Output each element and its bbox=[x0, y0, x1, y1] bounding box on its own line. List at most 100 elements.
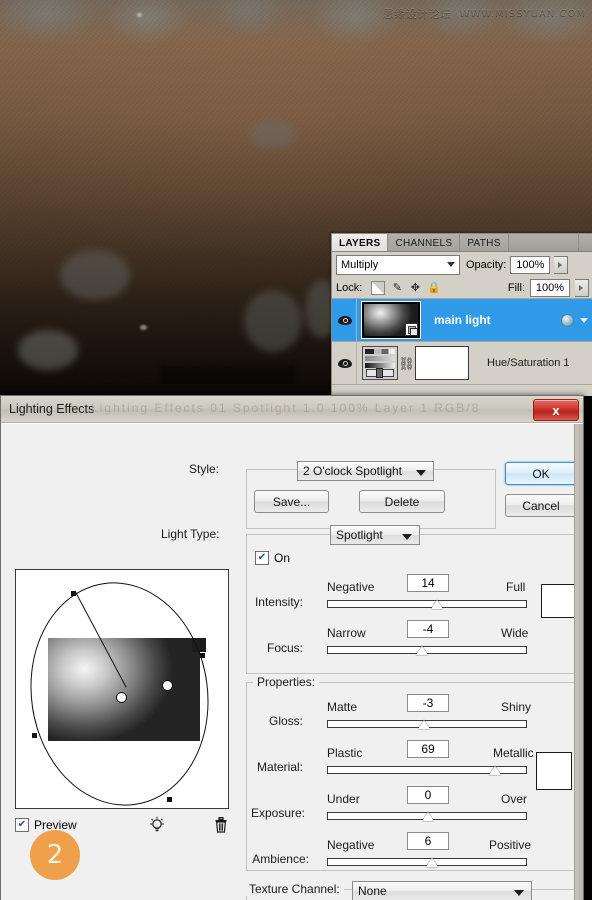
screenshot-root: 思缘设计论坛 WWW.MISSYUAN.COM LAYERS CHANNELS … bbox=[0, 0, 592, 900]
ok-button[interactable]: OK bbox=[505, 462, 577, 485]
properties-label: Properties: bbox=[253, 675, 319, 689]
lighting-preview-canvas[interactable] bbox=[15, 569, 229, 809]
fill-input[interactable]: 100% bbox=[530, 279, 570, 297]
save-button[interactable]: Save... bbox=[254, 490, 329, 513]
preview-ellipse-handle-right[interactable] bbox=[200, 653, 205, 658]
exposure-max-label: Over bbox=[501, 792, 527, 806]
layer-row-hue-saturation[interactable]: ⛓ Hue/Saturation 1 bbox=[332, 342, 592, 385]
material-label: Material: bbox=[243, 760, 303, 774]
opacity-slider-arrow-icon[interactable] bbox=[554, 256, 568, 274]
layer-row-main-light[interactable]: main light bbox=[332, 299, 592, 342]
wall-speck bbox=[137, 13, 142, 17]
lock-image-pixels-brush-icon[interactable]: ✎ bbox=[391, 282, 403, 294]
gloss-label: Gloss: bbox=[243, 714, 303, 728]
cancel-button[interactable]: Cancel bbox=[505, 494, 577, 517]
style-select[interactable]: 2 O'clock Spotlight bbox=[297, 461, 434, 481]
dialog-right-edge-scroll[interactable] bbox=[574, 424, 583, 900]
delete-light-trash-icon[interactable] bbox=[213, 816, 229, 834]
layers-panel: LAYERS CHANNELS PATHS Multiply Opacity: … bbox=[331, 233, 592, 396]
lock-label: Lock: bbox=[336, 282, 362, 294]
dialog-body: Preview bbox=[1, 423, 583, 900]
focus-slider-thumb[interactable] bbox=[416, 646, 428, 655]
blend-mode-row: Multiply Opacity: 100% bbox=[332, 252, 592, 278]
layer-thumbnail[interactable] bbox=[362, 302, 420, 338]
expand-effects-chevron-icon[interactable] bbox=[580, 318, 588, 323]
intensity-slider-track[interactable] bbox=[327, 600, 527, 608]
focus-input[interactable]: -4 bbox=[407, 620, 449, 638]
focus-max-label: Wide bbox=[501, 626, 528, 640]
exposure-slider-thumb[interactable] bbox=[422, 812, 434, 821]
lock-transparent-pixels-icon[interactable] bbox=[371, 281, 385, 295]
fill-slider-arrow-icon[interactable] bbox=[575, 279, 589, 297]
tab-paths[interactable]: PATHS bbox=[460, 234, 508, 251]
chevron-down-icon bbox=[402, 534, 412, 540]
new-light-bulb-icon[interactable] bbox=[148, 816, 166, 834]
layer-mask-link-icon[interactable]: ⛓ bbox=[402, 354, 411, 372]
dialog-ghost-title-text: Lighting Effects 01 Spotlight 1.0 100% L… bbox=[91, 401, 480, 415]
delete-button[interactable]: Delete bbox=[359, 490, 445, 513]
layer-thumbnail-group bbox=[362, 302, 420, 338]
adjustment-thumbnail-group: ⛓ bbox=[362, 346, 469, 380]
preview-contents bbox=[16, 570, 228, 808]
light-type-select[interactable]: Spotlight bbox=[330, 525, 420, 545]
gloss-input[interactable]: -3 bbox=[407, 694, 449, 712]
preview-light-secondary-handle[interactable] bbox=[162, 680, 173, 691]
blend-mode-value: Multiply bbox=[341, 259, 378, 271]
exposure-label: Exposure: bbox=[243, 806, 305, 820]
lock-position-move-icon[interactable]: ✥ bbox=[409, 282, 421, 294]
gloss-slider-thumb[interactable] bbox=[418, 720, 430, 729]
blend-mode-select[interactable]: Multiply bbox=[336, 255, 460, 275]
lock-all-padlock-icon[interactable]: 🔒 bbox=[427, 282, 439, 294]
close-icon[interactable]: x bbox=[533, 399, 579, 421]
lighting-effects-dialog: Lighting Effects Lighting Effects 01 Spo… bbox=[0, 395, 584, 900]
opacity-label: Opacity: bbox=[466, 259, 506, 271]
exposure-input[interactable]: 0 bbox=[407, 786, 449, 804]
panel-menu-icon[interactable] bbox=[578, 234, 592, 251]
tab-channels[interactable]: CHANNELS bbox=[388, 234, 460, 251]
dialog-title-bar[interactable]: Lighting Effects Lighting Effects 01 Spo… bbox=[1, 396, 583, 423]
ambience-slider-thumb[interactable] bbox=[426, 858, 438, 867]
texture-channel-select[interactable]: None bbox=[352, 881, 532, 900]
layer-visibility-toggle[interactable] bbox=[334, 342, 357, 384]
preview-light-ellipse[interactable] bbox=[16, 571, 222, 809]
preview-light-center-handle[interactable] bbox=[116, 692, 127, 703]
ambience-max-label: Positive bbox=[489, 838, 531, 852]
preview-ellipse-handle-top[interactable] bbox=[71, 591, 76, 596]
texture-channel-label: Texture Channel: bbox=[245, 882, 344, 896]
material-color-swatch[interactable] bbox=[536, 752, 572, 790]
wall-speck bbox=[140, 325, 147, 330]
eye-icon bbox=[338, 359, 352, 368]
style-label: Style: bbox=[185, 462, 223, 476]
layer-style-fx-icon[interactable] bbox=[561, 314, 574, 327]
intensity-input[interactable]: 14 bbox=[407, 574, 449, 592]
texture-channel-value: None bbox=[358, 884, 387, 898]
intensity-color-swatch[interactable] bbox=[541, 584, 575, 618]
chevron-down-icon bbox=[514, 890, 524, 896]
tab-layers[interactable]: LAYERS bbox=[332, 234, 388, 251]
preview-ellipse-handle-bottom[interactable] bbox=[167, 797, 172, 802]
panel-tab-bar: LAYERS CHANNELS PATHS bbox=[332, 234, 592, 252]
watermark-url-text: WWW.MISSYUAN.COM bbox=[460, 8, 586, 19]
adjustment-layer-thumbnail[interactable] bbox=[362, 346, 398, 380]
gloss-min-label: Matte bbox=[327, 700, 357, 714]
intensity-slider-thumb[interactable] bbox=[431, 600, 443, 609]
layer-mask-thumbnail[interactable] bbox=[415, 346, 469, 380]
light-on-checkbox[interactable] bbox=[255, 551, 269, 565]
light-type-label: Light Type: bbox=[157, 527, 224, 541]
focus-min-label: Narrow bbox=[327, 626, 366, 640]
tab-bar-filler bbox=[509, 234, 578, 251]
focus-label: Focus: bbox=[243, 641, 303, 655]
material-input[interactable]: 69 bbox=[407, 740, 449, 758]
layer-name-label: main light bbox=[434, 313, 491, 327]
layer-name-label: Hue/Saturation 1 bbox=[487, 357, 570, 369]
opacity-input[interactable]: 100% bbox=[510, 256, 550, 274]
material-slider-thumb[interactable] bbox=[489, 766, 501, 775]
watermark: 思缘设计论坛 WWW.MISSYUAN.COM bbox=[383, 5, 586, 21]
preview-checkbox[interactable] bbox=[15, 818, 29, 832]
preview-ellipse-handle-left[interactable] bbox=[32, 733, 37, 738]
ambience-input[interactable]: 6 bbox=[407, 832, 449, 850]
layer-visibility-toggle[interactable] bbox=[334, 299, 357, 341]
intensity-max-label: Full bbox=[506, 580, 525, 594]
wall-blotch bbox=[18, 330, 78, 370]
material-max-label: Metallic bbox=[493, 746, 534, 760]
